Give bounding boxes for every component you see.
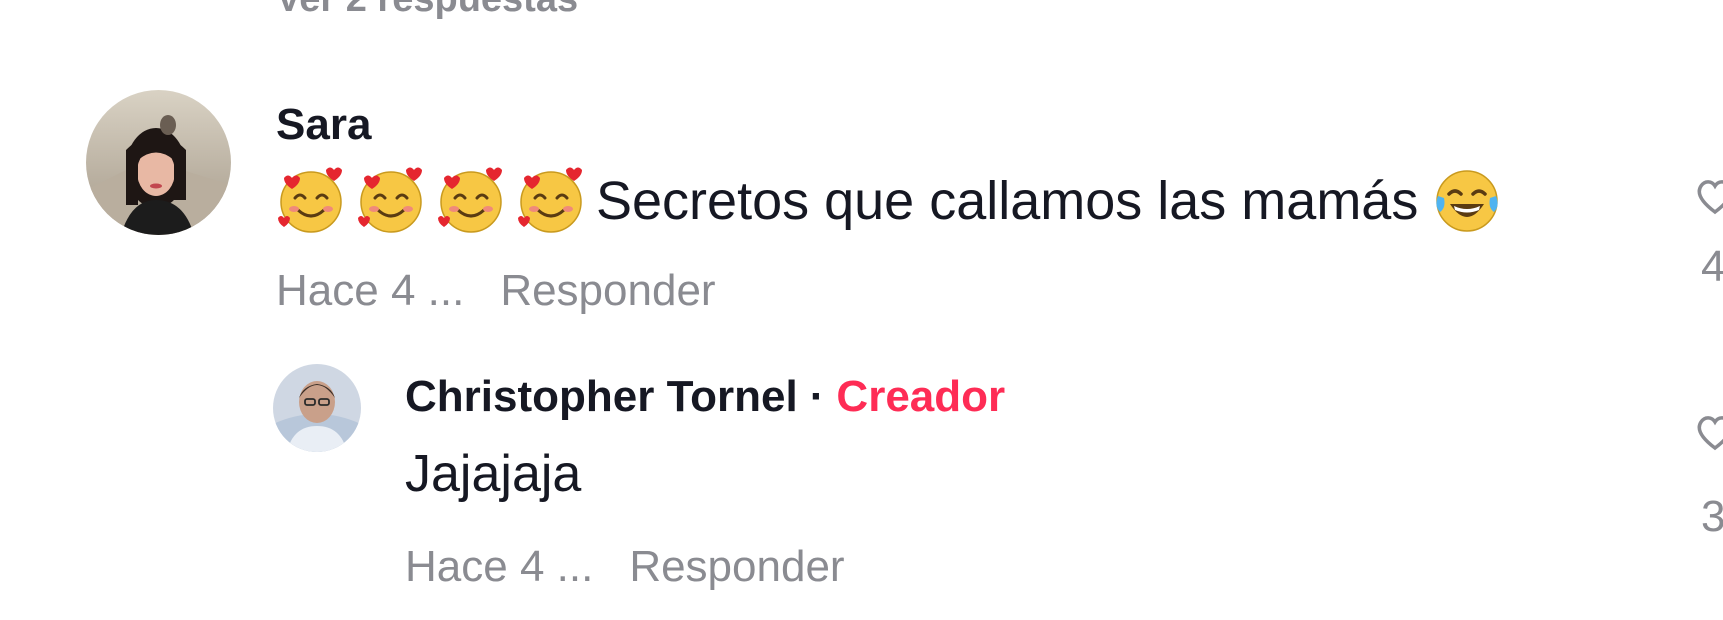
- avatar-image: [273, 364, 361, 452]
- comments-panel: Ver 2 respuestas Sara: [0, 0, 1723, 620]
- comment-timestamp: Hace 4 ...: [276, 266, 465, 315]
- separator-dot: ·: [809, 372, 825, 421]
- reply-author-line: Christopher Tornel · Creador: [405, 372, 1005, 422]
- like-count: 4: [1701, 242, 1723, 291]
- reply-text: Jajajaja: [405, 445, 582, 503]
- smiling-face-with-hearts-icon: [276, 166, 346, 236]
- smiling-face-with-hearts-icon: [516, 166, 586, 236]
- reply-button[interactable]: Responder: [629, 542, 844, 591]
- like-count: 3: [1701, 492, 1723, 541]
- comment-text: Secretos que callamos las mamás: [276, 166, 1502, 236]
- reply-item: Christopher Tornel · Creador Jajajaja Hace…: [273, 362, 1723, 620]
- avatar[interactable]: [86, 90, 231, 235]
- comment-author[interactable]: Sara: [276, 100, 371, 150]
- face-with-tears-of-joy-icon: [1432, 166, 1502, 236]
- avatar-image: [86, 90, 231, 235]
- reply-author[interactable]: Christopher Tornel: [405, 372, 798, 421]
- view-replies-link[interactable]: Ver 2 respuestas: [276, 0, 578, 21]
- reply-meta: Hace 4 ... Responder: [405, 542, 845, 592]
- like-heart-icon[interactable]: [1693, 410, 1723, 454]
- comment-item: Sara Secretos que callamos las mamás Hac…: [86, 88, 1723, 338]
- like-heart-icon[interactable]: [1693, 174, 1723, 218]
- comment-meta: Hace 4 ... Responder: [276, 266, 716, 316]
- reply-button[interactable]: Responder: [500, 266, 715, 315]
- avatar[interactable]: [273, 364, 361, 452]
- smiling-face-with-hearts-icon: [356, 166, 426, 236]
- comment-text-body: Secretos que callamos las mamás: [596, 171, 1419, 231]
- reply-timestamp: Hace 4 ...: [405, 542, 594, 591]
- smiling-face-with-hearts-icon: [436, 166, 506, 236]
- creator-badge: Creador: [836, 372, 1006, 421]
